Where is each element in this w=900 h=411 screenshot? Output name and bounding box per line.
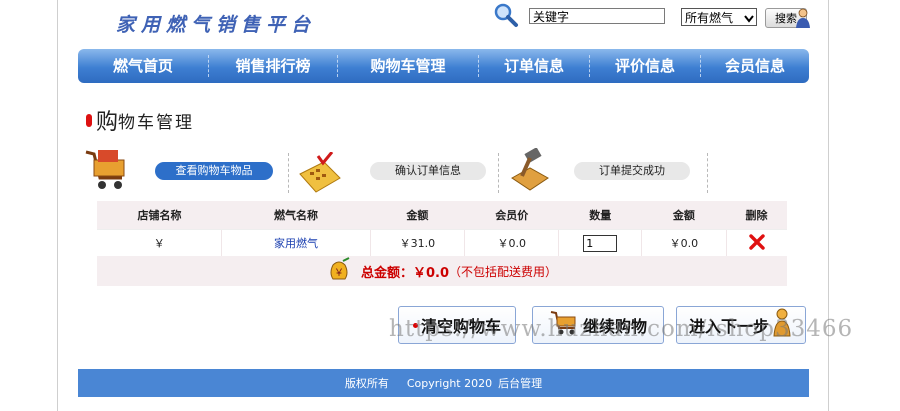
search-button[interactable]: 搜索 <box>765 8 810 28</box>
col-gas-name: 燃气名称 <box>221 201 371 230</box>
gas-name-link[interactable]: 家用燃气 <box>221 229 371 256</box>
nav-item-cart[interactable]: 购物车管理 <box>338 49 478 83</box>
step-divider <box>498 153 499 193</box>
user-icon <box>794 7 812 29</box>
step-order-submitted: 订单提交成功 <box>574 162 690 180</box>
cell-quantity <box>558 229 642 256</box>
table-header-row: 店铺名称 燃气名称 金额 会员价 数量 金额 删除 <box>97 201 787 230</box>
col-delete: 删除 <box>726 201 787 230</box>
nav-item-orders[interactable]: 订单信息 <box>479 49 589 83</box>
col-shop: 店铺名称 <box>97 201 222 230</box>
page-title-rest: 物车管理 <box>118 112 195 133</box>
title-marker-icon <box>86 113 92 127</box>
delete-icon[interactable] <box>749 233 765 253</box>
category-select-value: 所有燃气 <box>685 10 734 25</box>
col-member-price: 会员价 <box>464 201 559 230</box>
nav-item-reviews[interactable]: 评价信息 <box>590 49 700 83</box>
cell-amount: ￥0.0 <box>641 229 727 256</box>
cell-delete <box>725 229 787 256</box>
admin-link[interactable]: 后台管理 <box>498 375 542 391</box>
total-note: （不包括配送费用） <box>449 264 558 279</box>
money-bag-icon: ￥ <box>327 257 351 285</box>
step-confirm-order: 确认订单信息 <box>370 162 486 180</box>
table-row: ￥ 家用燃气 ￥31.0 ￥0.0 ￥0.0 <box>97 229 787 256</box>
total-amount: 总金额：￥0.0 <box>360 265 449 281</box>
page-title-first: 购 <box>96 110 119 135</box>
quantity-input[interactable] <box>583 234 618 252</box>
step-divider <box>288 153 289 193</box>
chevron-down-icon <box>744 12 754 23</box>
nav-item-home[interactable]: 燃气首页 <box>78 49 208 83</box>
page-title: 购 物车管理 <box>86 104 194 136</box>
cart-table: 店铺名称 燃气名称 金额 会员价 数量 金额 删除 ￥ 家用燃气 ￥31.0 ￥… <box>97 201 787 256</box>
search-input[interactable] <box>529 8 665 24</box>
step-divider <box>707 153 708 193</box>
gavel-icon <box>508 147 552 196</box>
footer-copyright: Copyright 2020 <box>406 376 493 390</box>
nav-item-ranking[interactable]: 销售排行榜 <box>209 49 337 83</box>
calculator-icon <box>296 151 344 198</box>
cell-price: ￥31.0 <box>369 229 465 256</box>
site-logo[interactable]: 家用燃气销售平台 <box>116 10 316 37</box>
cell-member-price: ￥0.0 <box>464 229 559 256</box>
col-price: 金额 <box>370 201 465 230</box>
col-amount: 金额 <box>641 201 727 230</box>
footer: 版权所有 Copyright 2020 后台管理 <box>78 369 809 397</box>
svg-text:￥: ￥ <box>334 268 344 279</box>
magnifier-icon <box>493 2 519 28</box>
category-select[interactable]: 所有燃气 <box>681 8 757 26</box>
col-quantity: 数量 <box>558 201 642 230</box>
total-summary: ￥ 总金额：￥0.0 （不包括配送费用） <box>97 256 787 286</box>
step-view-cart: 查看购物车物品 <box>155 162 273 180</box>
cell-shop: ￥ <box>97 229 222 256</box>
watermark-text: https://www.huzhan.com/ishop33466 <box>389 316 854 342</box>
shopping-cart-icon <box>82 148 130 196</box>
footer-rights: 版权所有 <box>344 377 389 390</box>
main-nav: 燃气首页 销售排行榜 购物车管理 订单信息 评价信息 会员信息 <box>78 49 809 83</box>
nav-item-members[interactable]: 会员信息 <box>701 49 809 83</box>
